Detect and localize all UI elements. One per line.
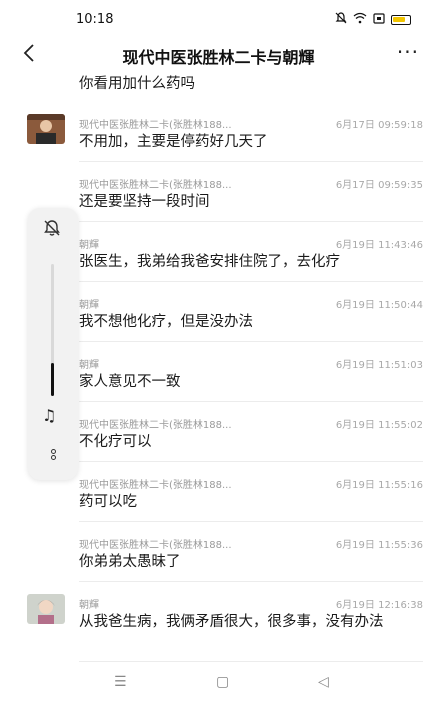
message-sender: 朝輝: [79, 300, 99, 311]
message-text: 家人意见不一致: [79, 374, 181, 390]
message-time: 6月19日 11:51:03: [335, 360, 423, 371]
dots-icon[interactable]: [48, 448, 58, 464]
status-icons: [335, 12, 411, 27]
message-time: 6月19日 11:50:44: [335, 300, 423, 311]
music-note-icon[interactable]: ♫: [42, 406, 56, 425]
message-text-partial: 你看用加什么药吗: [79, 76, 195, 92]
status-bar: 10:18: [0, 0, 437, 40]
message-time: 6月17日 09:59:35: [335, 180, 423, 191]
sim-icon: [373, 12, 385, 27]
volume-slider[interactable]: [51, 264, 54, 396]
chat-header: 现代中医张胜林二卡与朝輝 ···: [0, 40, 437, 72]
message-text: 还是要坚持一段时间: [79, 194, 210, 210]
message-text: 你弟弟太愚昧了: [79, 554, 181, 570]
status-time: 10:18: [76, 12, 114, 27]
battery-icon: [391, 14, 411, 25]
user-avatar[interactable]: [27, 594, 65, 624]
message-sender: 朝輝: [79, 600, 99, 611]
message-time: 6月19日 11:55:02: [335, 420, 423, 431]
message-text: 不用加，主要是停药好几天了: [79, 134, 268, 150]
more-options-icon[interactable]: ···: [397, 40, 419, 64]
floating-volume-widget[interactable]: ♫: [28, 208, 78, 480]
message-time: 6月19日 11:43:46: [335, 240, 423, 251]
message-text: 张医生，我弟给我爸安排住院了，去化疗: [79, 254, 340, 270]
message-item[interactable]: 朝輝 6月19日 12:16:38 从我爸生病，我俩矛盾很大，很多事，没有办法: [0, 582, 437, 662]
message-time: 6月19日 11:55:16: [335, 480, 423, 491]
message-sender: 现代中医张胜林二卡(张胜林188...: [79, 120, 232, 131]
message-time: 6月19日 12:16:38: [335, 600, 423, 611]
system-nav-bar: ☰ ▢ ◁: [0, 662, 437, 701]
message-text: 我不想他化疗，但是没办法: [79, 314, 253, 330]
wifi-icon: [353, 12, 367, 27]
message-item[interactable]: 现代中医张胜林二卡(张胜林188... 6月19日 11:55:36 你弟弟太愚…: [0, 522, 437, 582]
doctor-avatar[interactable]: [27, 114, 65, 144]
message-sender: 现代中医张胜林二卡(张胜林188...: [79, 480, 232, 491]
message-time: 6月19日 11:55:36: [335, 540, 423, 551]
volume-slider-fill: [51, 363, 54, 396]
menu-nav-button[interactable]: ☰: [114, 674, 127, 690]
message-text: 从我爸生病，我俩矛盾很大，很多事，没有办法: [79, 614, 384, 630]
message-item[interactable]: 现代中医张胜林二卡(张胜林188... 6月17日 09:59:18 不用加，主…: [0, 102, 437, 162]
home-nav-button[interactable]: ▢: [216, 674, 229, 690]
bell-off-icon[interactable]: [42, 218, 62, 242]
message-sender: 现代中医张胜林二卡(张胜林188...: [79, 180, 232, 191]
back-nav-button[interactable]: ◁: [318, 674, 329, 690]
chat-title: 现代中医张胜林二卡与朝輝: [122, 48, 315, 67]
message-text: 药可以吃: [79, 494, 137, 510]
message-sender: 朝輝: [79, 360, 99, 371]
message-time: 6月17日 09:59:18: [335, 120, 423, 131]
mute-icon: [335, 12, 347, 27]
message-sender: 现代中医张胜林二卡(张胜林188...: [79, 420, 232, 431]
message-text: 不化疗可以: [79, 434, 152, 450]
message-sender: 朝輝: [79, 240, 99, 251]
message-sender: 现代中医张胜林二卡(张胜林188...: [79, 540, 232, 551]
